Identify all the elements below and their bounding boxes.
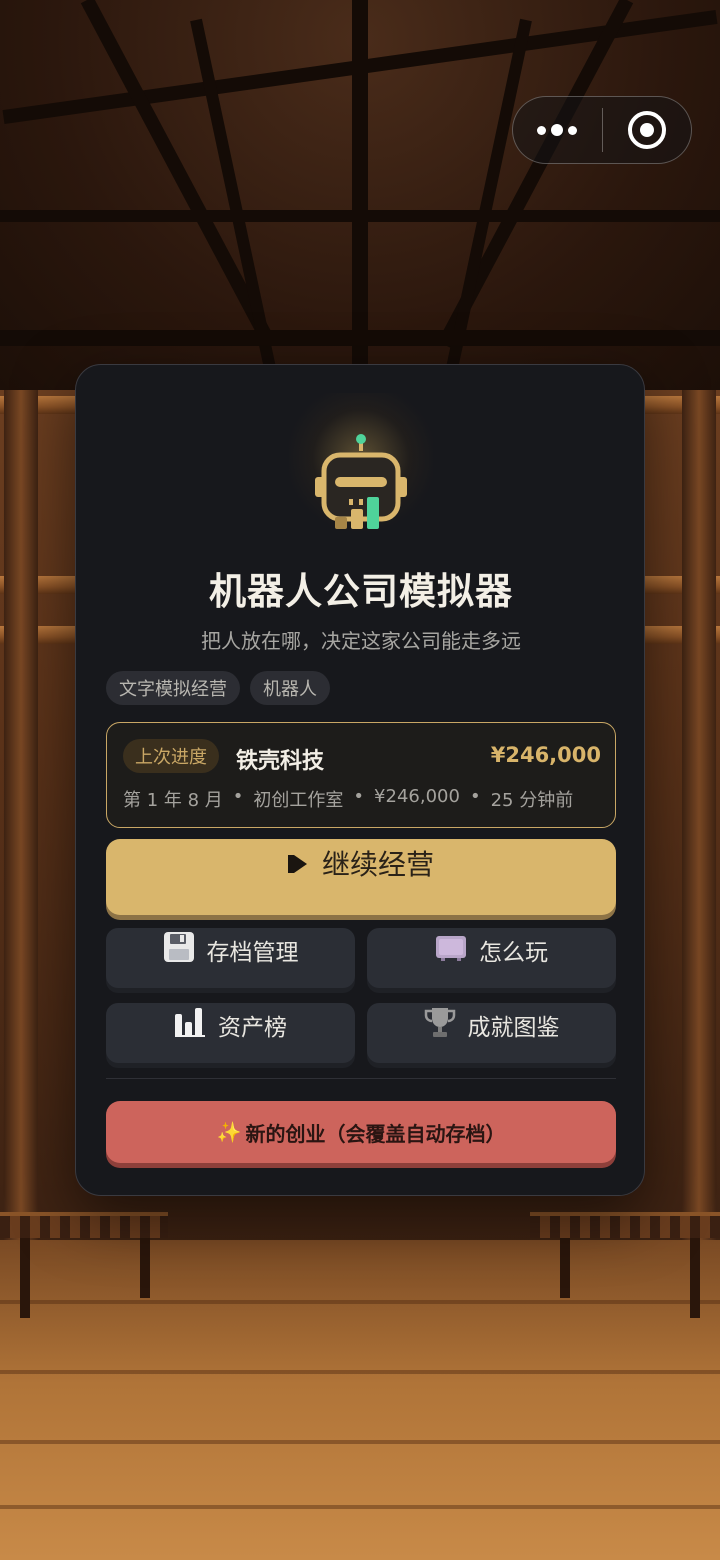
achievements-label: 成就图鉴: [467, 1015, 560, 1041]
play-icon: [287, 855, 307, 873]
company-stage: 初创工作室: [253, 790, 344, 811]
meta-separator: •: [469, 786, 481, 807]
meta-money: ¥246,000: [374, 786, 460, 807]
meta-separator: •: [232, 786, 244, 807]
floor: [0, 1240, 720, 1560]
continue-button-label: 继续经营: [321, 848, 434, 881]
robot-logo-icon: [289, 393, 433, 537]
workbench-left: [0, 1212, 168, 1238]
main-menu-card: 机器人公司模拟器 把人放在哪，决定这家公司能走多远 文字模拟经营 机器人 上次进…: [75, 364, 645, 1196]
screen-icon: [436, 936, 466, 961]
save-manage-label: 存档管理: [206, 940, 299, 966]
ceiling: [0, 0, 720, 393]
miniprogram-capsule: [512, 96, 692, 164]
tag-text-simulation: 文字模拟经营: [106, 671, 240, 705]
progress-meta: 第 1 年 8 月 • 初创工作室 • ¥246,000 • 25 分钟前: [123, 786, 573, 812]
last-progress-card[interactable]: 上次进度 铁壳科技 ¥246,000 第 1 年 8 月 • 初创工作室 • ¥…: [106, 722, 616, 828]
more-dots-icon[interactable]: [513, 97, 602, 163]
save-manage-button[interactable]: 存档管理: [106, 928, 355, 988]
divider: [106, 1078, 616, 1079]
leaderboard-label: 资产榜: [218, 1015, 287, 1041]
how-to-play-label: 怎么玩: [479, 940, 548, 966]
leaderboard-button[interactable]: 资产榜: [106, 1003, 355, 1063]
tag-robot: 机器人: [250, 671, 330, 705]
workbench-right: [530, 1212, 720, 1238]
new-game-button[interactable]: ✨ 新的创业（会覆盖自动存档）: [106, 1101, 616, 1163]
new-game-label: 新的创业（会覆盖自动存档）: [245, 1121, 506, 1146]
trophy-icon: [424, 1008, 455, 1037]
company-money: ¥246,000: [490, 743, 601, 767]
bar-chart-icon: [175, 1008, 205, 1037]
continue-button[interactable]: 继续经营: [106, 839, 616, 915]
last-progress-badge: 上次进度: [123, 739, 219, 773]
achievements-button[interactable]: 成就图鉴: [367, 1003, 616, 1063]
genre-tags: 文字模拟经营 机器人: [106, 671, 330, 705]
game-title: 机器人公司模拟器: [209, 570, 513, 613]
company-name: 铁壳科技: [236, 749, 325, 774]
save-time: 25 分钟前: [490, 790, 574, 811]
close-target-icon[interactable]: [603, 97, 692, 163]
how-to-play-button[interactable]: 怎么玩: [367, 928, 616, 988]
game-date: 第 1 年 8 月: [123, 790, 223, 811]
floppy-disk-icon: [163, 932, 194, 962]
game-subtitle: 把人放在哪，决定这家公司能走多远: [201, 629, 521, 653]
meta-separator: •: [353, 786, 365, 807]
sparkles-icon: ✨: [216, 1120, 242, 1144]
